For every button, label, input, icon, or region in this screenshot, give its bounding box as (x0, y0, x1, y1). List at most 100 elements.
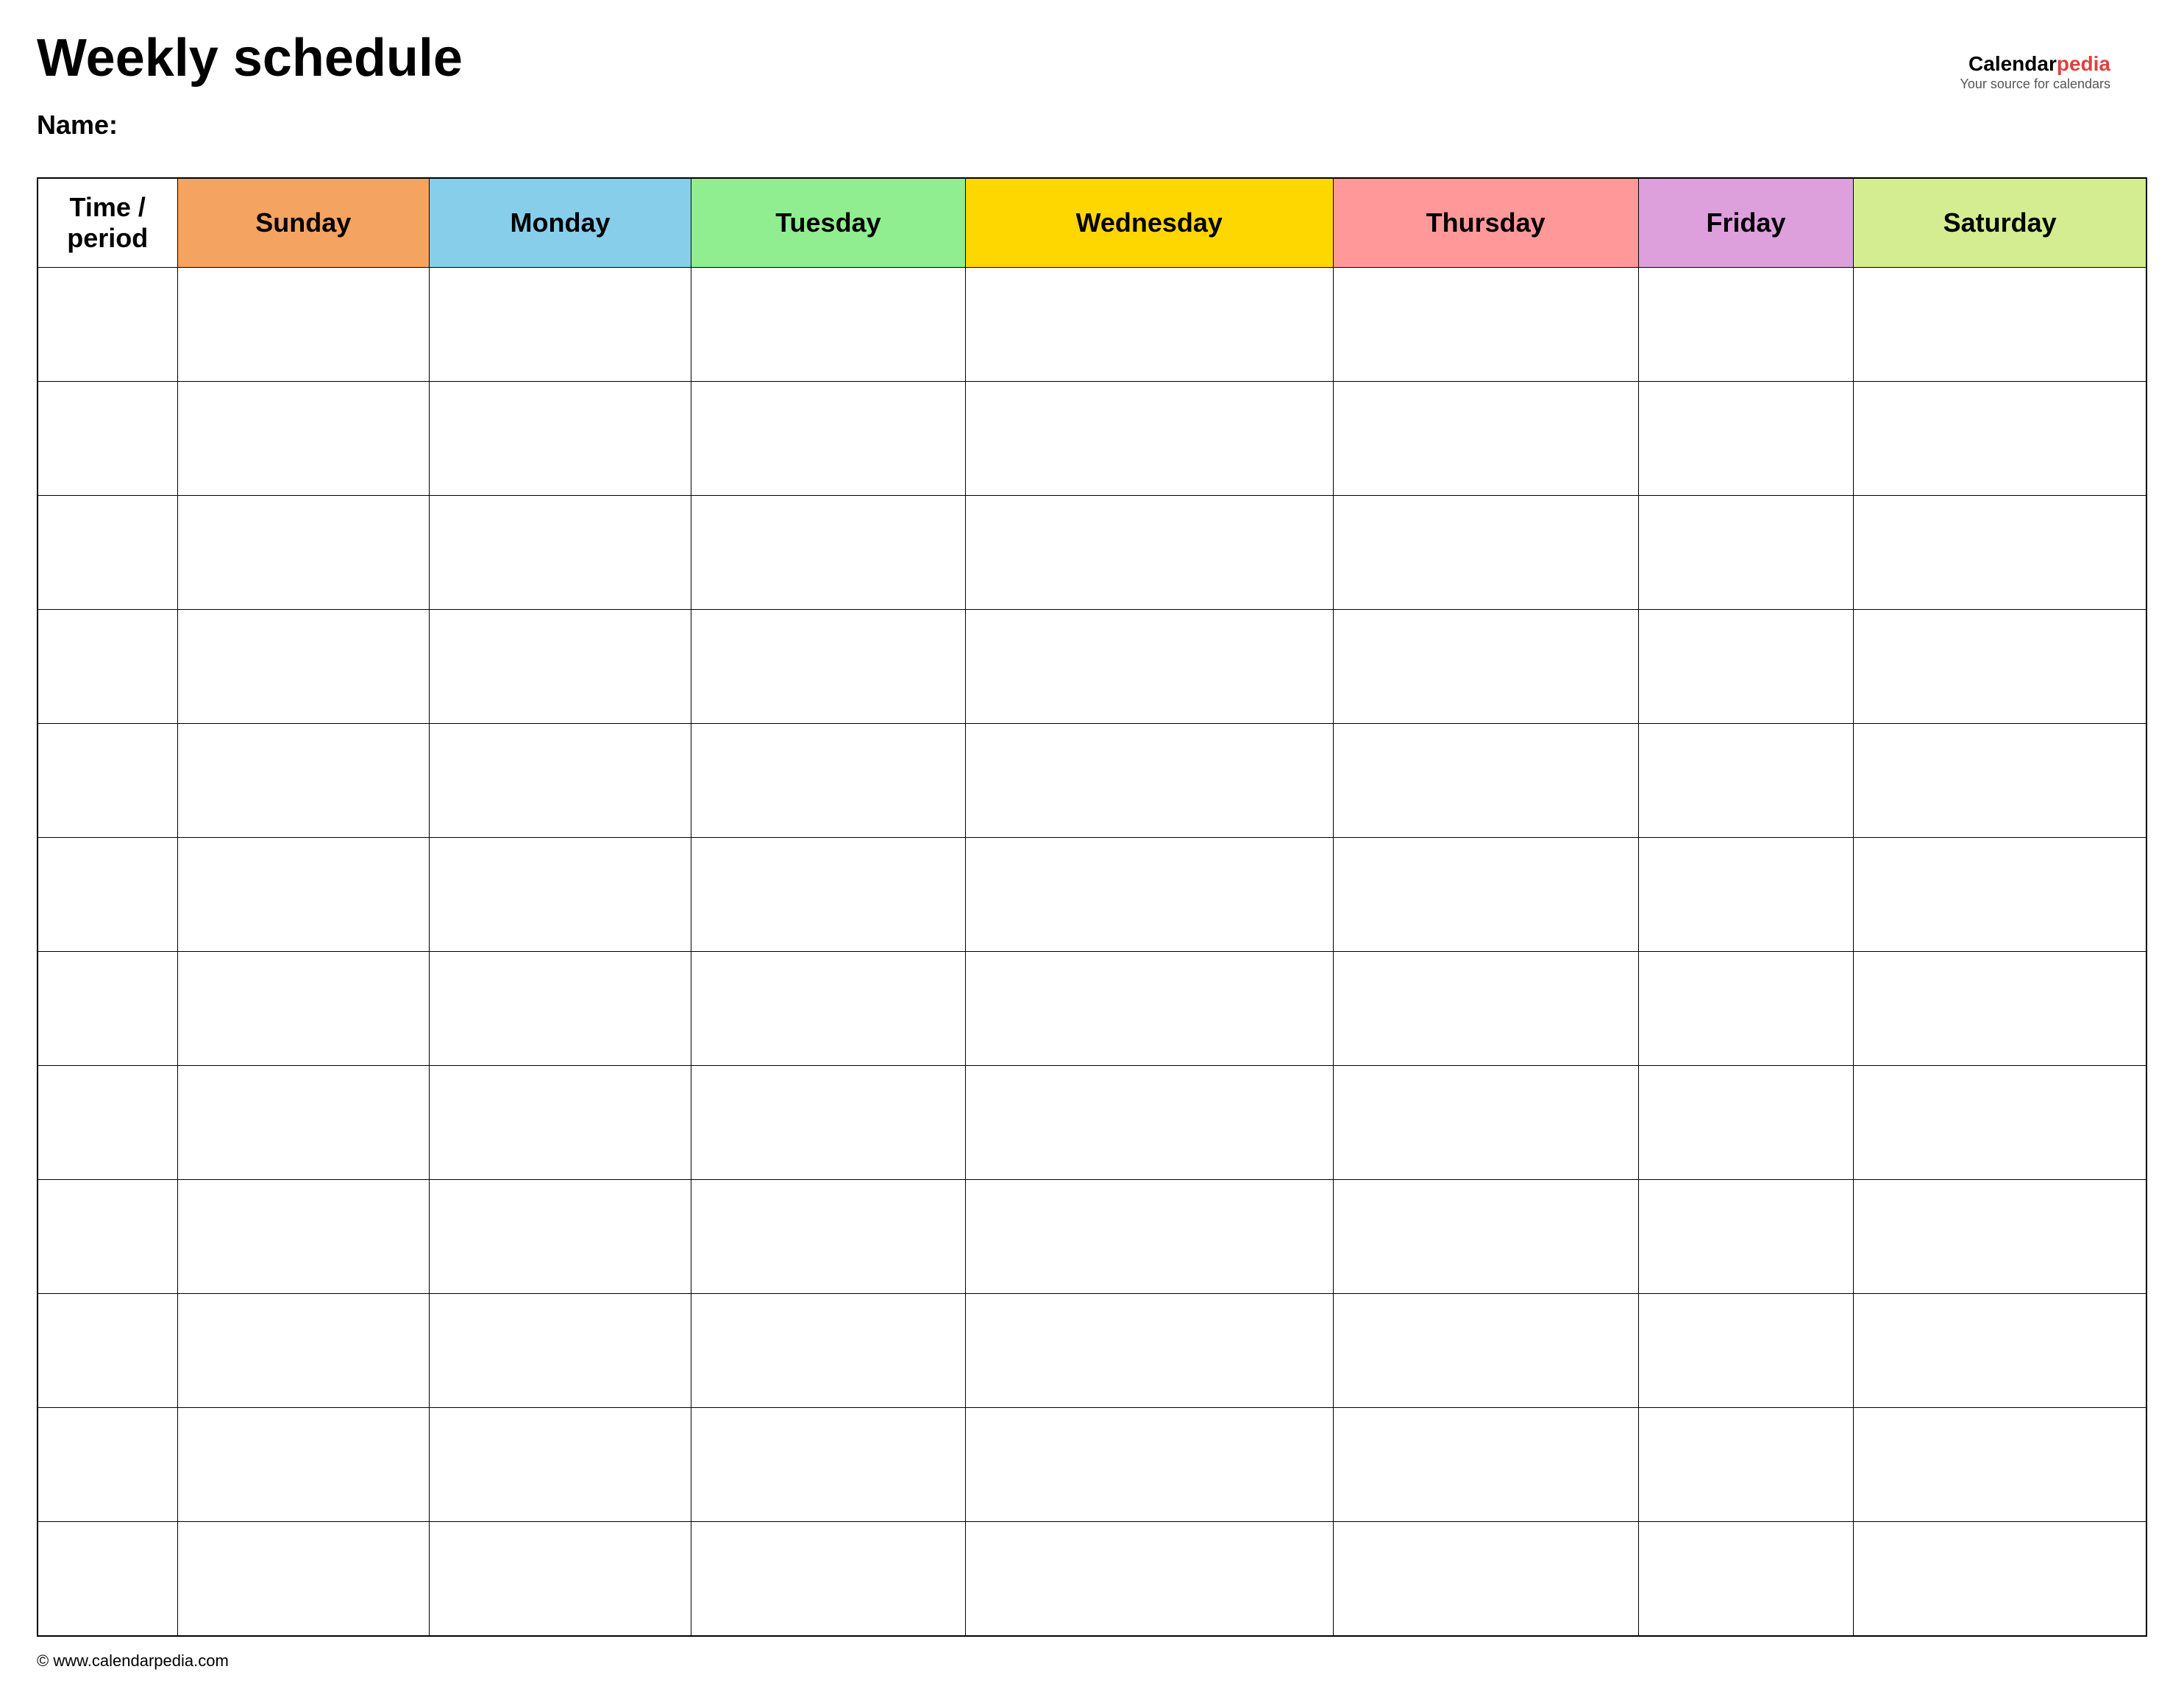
schedule-cell[interactable] (1854, 724, 2146, 838)
schedule-cell[interactable] (965, 1294, 1333, 1408)
schedule-cell[interactable] (1638, 610, 1854, 724)
schedule-cell[interactable] (429, 1294, 691, 1408)
time-cell[interactable] (38, 610, 177, 724)
time-cell[interactable] (38, 952, 177, 1066)
header-saturday: Saturday (1854, 178, 2146, 268)
schedule-cell[interactable] (177, 496, 429, 610)
time-cell[interactable] (38, 838, 177, 952)
schedule-cell[interactable] (177, 1180, 429, 1294)
schedule-cell[interactable] (429, 724, 691, 838)
schedule-cell[interactable] (1854, 1066, 2146, 1180)
schedule-cell[interactable] (177, 1066, 429, 1180)
schedule-cell[interactable] (429, 1180, 691, 1294)
schedule-cell[interactable] (1638, 838, 1854, 952)
schedule-cell[interactable] (1638, 268, 1854, 382)
name-label: Name: (37, 110, 118, 140)
schedule-cell[interactable] (177, 1522, 429, 1636)
schedule-cell[interactable] (1333, 952, 1638, 1066)
schedule-cell[interactable] (1854, 382, 2146, 496)
schedule-cell[interactable] (177, 1294, 429, 1408)
time-cell[interactable] (38, 1066, 177, 1180)
schedule-cell[interactable] (1333, 838, 1638, 952)
schedule-cell[interactable] (691, 952, 966, 1066)
schedule-cell[interactable] (1333, 382, 1638, 496)
schedule-cell[interactable] (965, 496, 1333, 610)
schedule-cell[interactable] (177, 838, 429, 952)
schedule-cell[interactable] (1854, 1522, 2146, 1636)
schedule-cell[interactable] (965, 1408, 1333, 1522)
schedule-cell[interactable] (1333, 724, 1638, 838)
schedule-cell[interactable] (177, 952, 429, 1066)
schedule-cell[interactable] (1638, 952, 1854, 1066)
schedule-cell[interactable] (965, 268, 1333, 382)
schedule-cell[interactable] (1854, 952, 2146, 1066)
schedule-cell[interactable] (429, 952, 691, 1066)
schedule-cell[interactable] (691, 1180, 966, 1294)
schedule-cell[interactable] (429, 1522, 691, 1636)
schedule-cell[interactable] (1854, 610, 2146, 724)
schedule-cell[interactable] (1638, 382, 1854, 496)
schedule-cell[interactable] (691, 724, 966, 838)
schedule-cell[interactable] (691, 1294, 966, 1408)
schedule-cell[interactable] (1854, 1180, 2146, 1294)
time-cell[interactable] (38, 1408, 177, 1522)
schedule-cell[interactable] (965, 610, 1333, 724)
schedule-cell[interactable] (177, 268, 429, 382)
schedule-cell[interactable] (691, 496, 966, 610)
schedule-cell[interactable] (965, 1180, 1333, 1294)
schedule-cell[interactable] (965, 382, 1333, 496)
schedule-cell[interactable] (691, 1408, 966, 1522)
schedule-cell[interactable] (177, 1408, 429, 1522)
schedule-cell[interactable] (1333, 1294, 1638, 1408)
schedule-cell[interactable] (1854, 496, 2146, 610)
schedule-cell[interactable] (1333, 1408, 1638, 1522)
schedule-cell[interactable] (1638, 1408, 1854, 1522)
schedule-cell[interactable] (691, 838, 966, 952)
schedule-cell[interactable] (177, 610, 429, 724)
schedule-cell[interactable] (691, 1066, 966, 1180)
schedule-cell[interactable] (965, 1066, 1333, 1180)
schedule-cell[interactable] (965, 952, 1333, 1066)
schedule-cell[interactable] (1638, 1066, 1854, 1180)
schedule-cell[interactable] (429, 1066, 691, 1180)
schedule-cell[interactable] (1333, 610, 1638, 724)
schedule-cell[interactable] (1638, 1180, 1854, 1294)
schedule-cell[interactable] (429, 1408, 691, 1522)
schedule-cell[interactable] (1854, 268, 2146, 382)
time-cell[interactable] (38, 496, 177, 610)
table-row (38, 838, 2146, 952)
schedule-cell[interactable] (691, 610, 966, 724)
schedule-cell[interactable] (691, 268, 966, 382)
schedule-cell[interactable] (965, 724, 1333, 838)
schedule-cell[interactable] (1333, 1522, 1638, 1636)
time-cell[interactable] (38, 1294, 177, 1408)
schedule-cell[interactable] (1333, 496, 1638, 610)
schedule-cell[interactable] (429, 496, 691, 610)
schedule-cell[interactable] (1333, 1180, 1638, 1294)
time-cell[interactable] (38, 1180, 177, 1294)
schedule-cell[interactable] (429, 268, 691, 382)
schedule-cell[interactable] (691, 382, 966, 496)
schedule-cell[interactable] (1854, 838, 2146, 952)
schedule-cell[interactable] (177, 724, 429, 838)
schedule-cell[interactable] (1854, 1294, 2146, 1408)
schedule-cell[interactable] (429, 838, 691, 952)
schedule-cell[interactable] (429, 610, 691, 724)
schedule-cell[interactable] (965, 1522, 1333, 1636)
schedule-cell[interactable] (1638, 496, 1854, 610)
schedule-cell[interactable] (691, 1522, 966, 1636)
schedule-cell[interactable] (177, 382, 429, 496)
schedule-cell[interactable] (1333, 268, 1638, 382)
time-cell[interactable] (38, 382, 177, 496)
time-cell[interactable] (38, 724, 177, 838)
time-cell[interactable] (38, 1522, 177, 1636)
time-cell[interactable] (38, 268, 177, 382)
schedule-cell[interactable] (965, 838, 1333, 952)
header-tuesday: Tuesday (691, 178, 966, 268)
schedule-cell[interactable] (429, 382, 691, 496)
schedule-cell[interactable] (1638, 724, 1854, 838)
schedule-cell[interactable] (1638, 1294, 1854, 1408)
schedule-cell[interactable] (1333, 1066, 1638, 1180)
schedule-cell[interactable] (1638, 1522, 1854, 1636)
schedule-cell[interactable] (1854, 1408, 2146, 1522)
